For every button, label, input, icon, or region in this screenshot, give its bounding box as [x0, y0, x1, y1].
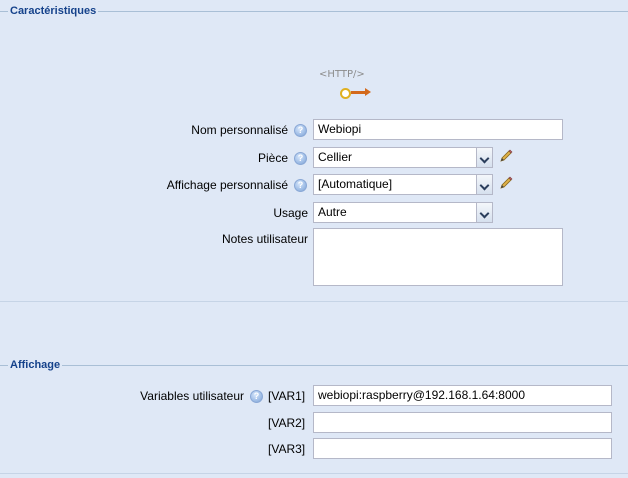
display-label: Affichage personnalisé: [166, 178, 288, 192]
variables-label: Variables utilisateur: [140, 389, 244, 403]
status-dot-icon: [340, 88, 351, 99]
notes-textarea[interactable]: [313, 228, 563, 286]
var1-input[interactable]: webiopi:raspberry@192.168.1.64:8000: [313, 385, 612, 406]
usage-select-value: Autre: [318, 205, 347, 219]
usage-select[interactable]: Autre: [313, 202, 493, 223]
http-device-icon: <HTTP/>: [319, 69, 373, 101]
http-device-text: <HTTP/>: [319, 69, 365, 80]
var1-key: [VAR1]: [268, 389, 306, 403]
arrow-right-icon: [351, 88, 371, 96]
display-section-title: Affichage: [8, 359, 63, 371]
characteristics-bottom-rule: [0, 301, 628, 302]
name-label: Nom personnalisé: [191, 123, 288, 137]
usage-dropdown-icon[interactable]: [476, 203, 492, 222]
var2-input[interactable]: [313, 412, 612, 433]
display-edit-pencil-icon[interactable]: [498, 175, 514, 191]
var3-input[interactable]: [313, 438, 612, 459]
display-section-bottom-rule: [0, 473, 628, 474]
room-select[interactable]: Cellier: [313, 147, 493, 168]
name-help-icon[interactable]: ?: [294, 124, 307, 137]
characteristics-title: Caractéristiques: [8, 5, 99, 17]
var3-key: [VAR3]: [268, 442, 306, 456]
variables-help-icon[interactable]: ?: [250, 390, 263, 403]
room-dropdown-icon[interactable]: [476, 148, 492, 167]
room-help-icon[interactable]: ?: [294, 152, 307, 165]
room-select-value: Cellier: [318, 150, 353, 164]
notes-label: Notes utilisateur: [221, 232, 308, 246]
var2-key: [VAR2]: [268, 416, 306, 430]
room-edit-pencil-icon[interactable]: [498, 148, 514, 164]
display-dropdown-icon[interactable]: [476, 175, 492, 194]
display-select[interactable]: [Automatique]: [313, 174, 493, 195]
room-label: Pièce: [257, 151, 288, 165]
name-input[interactable]: Webiopi: [313, 119, 563, 140]
usage-label: Usage: [273, 206, 308, 220]
display-section-rule: [0, 365, 628, 366]
display-help-icon[interactable]: ?: [294, 179, 307, 192]
display-select-value: [Automatique]: [318, 177, 393, 191]
